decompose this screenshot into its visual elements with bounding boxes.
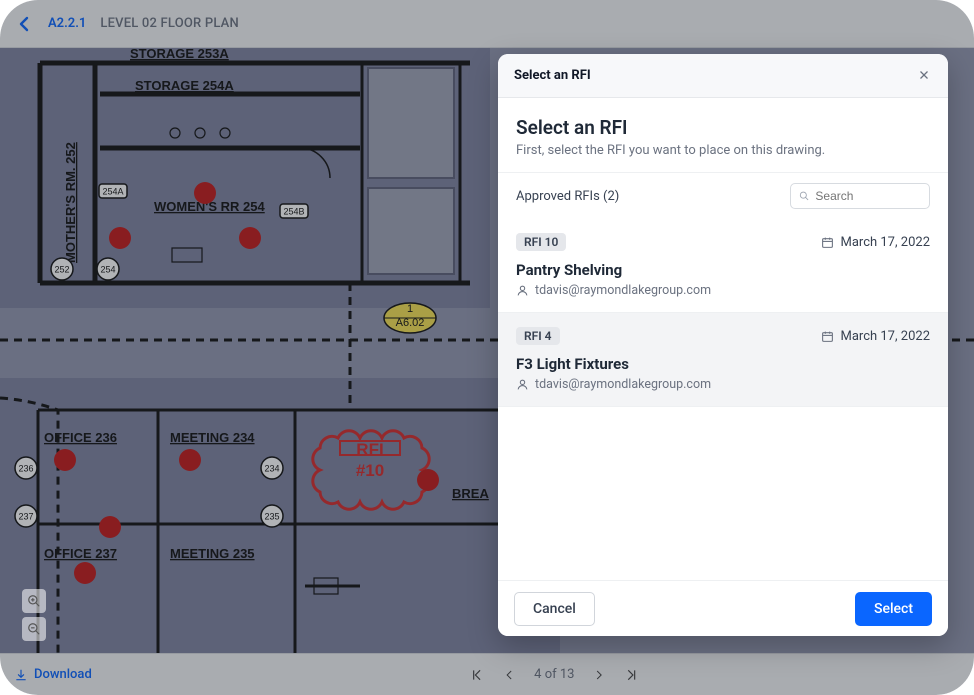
page-nav: 4 of 13 (470, 667, 638, 682)
label-storage-254a: STORAGE 254A (135, 78, 234, 93)
markup-pin[interactable] (99, 516, 121, 538)
viewer-footer: Download 4 of 13 (0, 653, 974, 695)
svg-text:RFI: RFI (356, 440, 383, 459)
page-prev-button[interactable] (502, 668, 516, 682)
svg-text:252: 252 (54, 264, 69, 274)
rfi-title: F3 Light Fixtures (516, 355, 930, 373)
zoom-controls (22, 589, 46, 641)
door-tag-254: 254 (97, 258, 119, 280)
markup-pin[interactable] (74, 562, 96, 584)
download-icon (14, 668, 28, 682)
rfi-list-item[interactable]: RFI 10 March 17, 2022 Pantry Shelving td… (498, 219, 948, 313)
modal-close-button[interactable] (914, 64, 934, 88)
rfi-search-field[interactable] (790, 183, 930, 209)
person-icon (516, 378, 529, 391)
rfi-badge: RFI 4 (516, 327, 560, 345)
door-tag-237: 237 (15, 505, 37, 527)
rfi-title: Pantry Shelving (516, 261, 930, 279)
back-button[interactable] (14, 14, 34, 34)
zoom-out-icon (27, 622, 41, 636)
door-tag-254b: 254B (280, 204, 308, 218)
door-tag-235: 235 (261, 505, 283, 527)
app-frame: A2.2.1 LEVEL 02 FLOOR PLAN (0, 0, 974, 695)
sheet-title: LEVEL 02 FLOOR PLAN (100, 16, 239, 31)
label-meeting-234: MEETING 234 (170, 430, 255, 445)
svg-text:#10: #10 (356, 461, 384, 480)
markup-pin[interactable] (109, 227, 131, 249)
page-counter: 4 of 13 (534, 667, 574, 682)
label-office-236: OFFICE 236 (44, 430, 117, 445)
approved-count-label: Approved RFIs (2) (516, 189, 619, 204)
modal-footer: Cancel Select (498, 580, 948, 636)
svg-text:254B: 254B (283, 206, 304, 216)
svg-text:254A: 254A (102, 186, 123, 196)
label-storage-253a: STORAGE 253A (130, 48, 229, 61)
download-label: Download (34, 667, 92, 682)
close-icon (918, 69, 930, 81)
modal-search-row: Approved RFIs (2) (498, 173, 948, 219)
rfi-date: March 17, 2022 (821, 329, 930, 344)
svg-text:234: 234 (264, 463, 279, 473)
markup-pin[interactable] (194, 182, 216, 204)
rfi-date: March 17, 2022 (821, 235, 930, 250)
svg-text:1: 1 (407, 303, 413, 315)
rfi-badge: RFI 10 (516, 233, 566, 251)
calendar-icon (821, 330, 834, 343)
modal-header: Select an RFI (498, 54, 948, 98)
sheet-header: A2.2.1 LEVEL 02 FLOOR PLAN (0, 0, 974, 48)
zoom-in-icon (27, 594, 41, 608)
markup-pin[interactable] (179, 449, 201, 471)
door-tag-254a: 254A (99, 184, 127, 198)
svg-text:237: 237 (18, 511, 33, 521)
modal-header-title: Select an RFI (514, 68, 591, 83)
page-last-button[interactable] (624, 668, 638, 682)
door-tag-234: 234 (261, 457, 283, 479)
label-office-237: OFFICE 237 (44, 546, 117, 561)
markup-pin[interactable] (54, 449, 76, 471)
rfi-owner: tdavis@raymondlakegroup.com (516, 283, 930, 298)
select-button[interactable]: Select (855, 592, 932, 626)
zoom-in-button[interactable] (22, 589, 46, 613)
svg-text:A6.02: A6.02 (396, 317, 425, 329)
rfi-owner: tdavis@raymondlakegroup.com (516, 377, 930, 392)
sheet-code[interactable]: A2.2.1 (48, 16, 86, 31)
svg-text:236: 236 (18, 463, 33, 473)
person-icon (516, 284, 529, 297)
markup-pin[interactable] (239, 227, 261, 249)
label-mothers-rm: MOTHER'S RM. 252 (63, 142, 78, 263)
rfi-list: RFI 10 March 17, 2022 Pantry Shelving td… (498, 219, 948, 580)
label-meeting-235: MEETING 235 (170, 546, 255, 561)
calendar-icon (821, 236, 834, 249)
door-tag-252: 252 (51, 258, 73, 280)
zoom-out-button[interactable] (22, 617, 46, 641)
keynote-bubble: 1 A6.02 (384, 303, 436, 333)
download-button[interactable]: Download (14, 667, 92, 682)
label-break: BREA (452, 486, 489, 501)
rfi-list-item[interactable]: RFI 4 March 17, 2022 F3 Light Fixtures t… (498, 313, 948, 407)
page-next-button[interactable] (592, 668, 606, 682)
markup-pin[interactable] (417, 469, 439, 491)
modal-heading: Select an RFI (516, 116, 930, 139)
svg-text:254: 254 (100, 264, 115, 274)
cancel-button[interactable]: Cancel (514, 592, 595, 626)
svg-text:235: 235 (264, 511, 279, 521)
modal-subheading: First, select the RFI you want to place … (516, 143, 930, 158)
select-rfi-modal: Select an RFI Select an RFI First, selec… (498, 54, 948, 636)
modal-intro: Select an RFI First, select the RFI you … (498, 98, 948, 173)
search-icon (799, 190, 809, 202)
page-first-button[interactable] (470, 668, 484, 682)
rfi-search-input[interactable] (815, 189, 921, 203)
door-tag-236: 236 (15, 457, 37, 479)
